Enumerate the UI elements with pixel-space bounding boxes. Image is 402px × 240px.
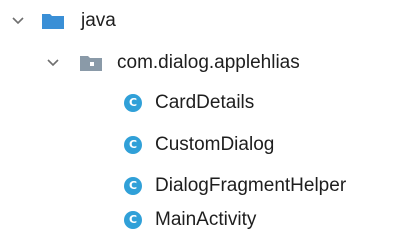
chevron-down-icon[interactable]	[46, 58, 60, 68]
chevron-down-icon[interactable]	[11, 16, 25, 26]
package-folder-icon	[80, 56, 102, 71]
tree-node-label: DialogFragmentHelper	[155, 175, 347, 196]
tree-node-class[interactable]: C MainActivity	[0, 203, 402, 237]
class-icon: C	[124, 211, 142, 229]
tree-node-java[interactable]: java	[0, 4, 402, 38]
tree-node-label: java	[81, 10, 116, 31]
tree-node-class[interactable]: C CustomDialog	[0, 128, 402, 162]
class-icon: C	[124, 94, 142, 112]
class-icon: C	[124, 136, 142, 154]
tree-node-label: CardDetails	[155, 92, 255, 113]
tree-node-label: CustomDialog	[155, 134, 275, 155]
class-icon: C	[124, 177, 142, 195]
project-tree: java com.dialog.applehlias C CardDetails…	[0, 0, 402, 240]
tree-node-label: MainActivity	[155, 209, 257, 230]
tree-node-package[interactable]: com.dialog.applehlias	[0, 46, 402, 80]
folder-icon	[42, 14, 64, 29]
tree-node-class[interactable]: C DialogFragmentHelper	[0, 169, 402, 203]
tree-node-label: com.dialog.applehlias	[117, 52, 300, 73]
tree-node-class[interactable]: C CardDetails	[0, 86, 402, 120]
